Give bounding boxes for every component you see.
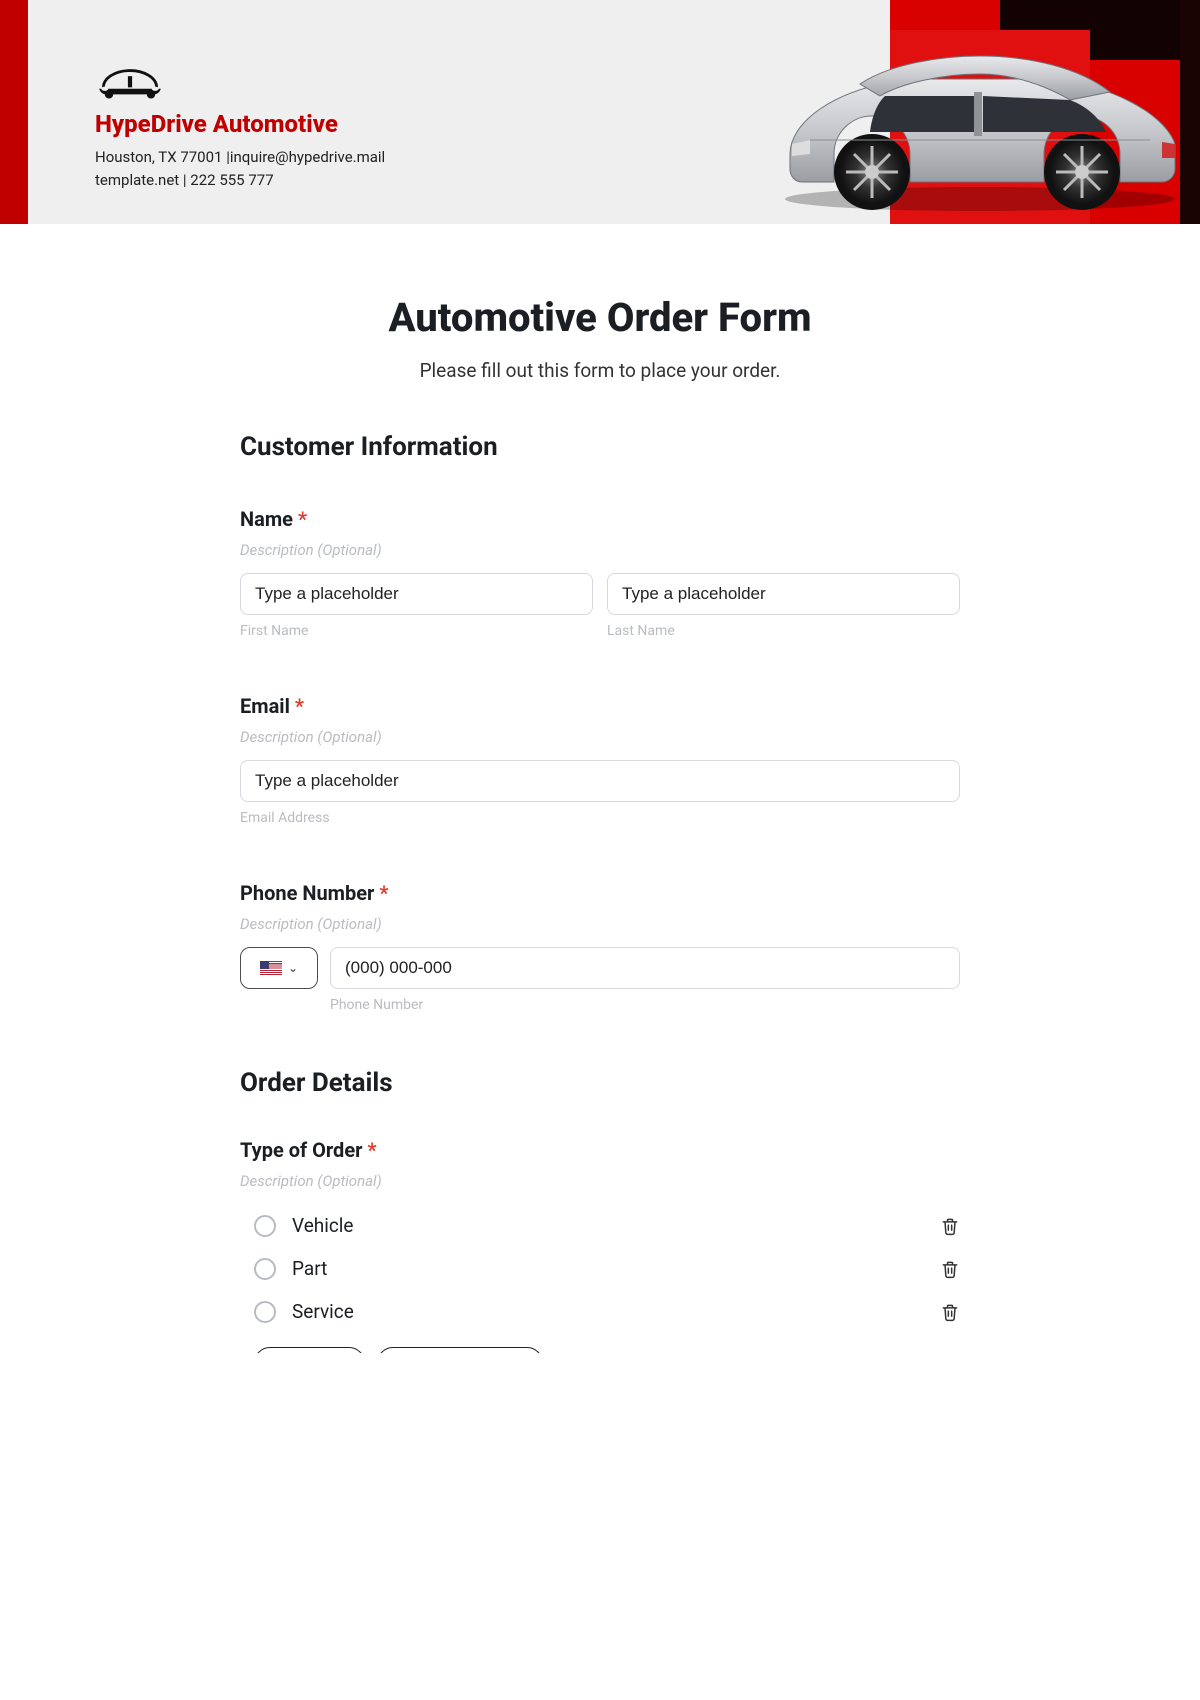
section-order-details: Order Details	[240, 1068, 960, 1098]
banner-content: HypeDrive Automotive Houston, TX 77001 |…	[95, 60, 385, 191]
form-subtitle: Please fill out this form to place your …	[240, 359, 960, 382]
banner-left-stripe	[0, 0, 28, 224]
form-container: Automotive Order Form Please fill out th…	[240, 294, 960, 1353]
header-banner: HypeDrive Automotive Houston, TX 77001 |…	[0, 0, 1200, 224]
last-name-sublabel: Last Name	[607, 623, 960, 639]
option-row-vehicle: Vehicle	[240, 1204, 960, 1247]
phone-input[interactable]	[330, 947, 960, 989]
radio-part[interactable]	[254, 1258, 276, 1280]
brand-name: HypeDrive Automotive	[95, 110, 385, 138]
banner-right-graphic	[690, 0, 1200, 224]
required-marker: *	[367, 1138, 376, 1162]
radio-vehicle[interactable]	[254, 1215, 276, 1237]
phone-description[interactable]: Description (Optional)	[240, 915, 960, 933]
option-row-service: Service	[240, 1290, 960, 1333]
option-row-part: Part	[240, 1247, 960, 1290]
brand-contact-line: template.net | 222 555 777	[95, 169, 385, 192]
field-phone: Phone Number * Description (Optional) ⌄ …	[240, 881, 960, 1013]
radio-service[interactable]	[254, 1301, 276, 1323]
required-marker: *	[298, 507, 307, 531]
field-order-type: Type of Order * Description (Optional) V…	[240, 1138, 960, 1353]
email-sublabel: Email Address	[240, 810, 960, 826]
email-label-text: Email	[240, 694, 290, 718]
option-label-part[interactable]: Part	[292, 1257, 940, 1280]
name-label-text: Name	[240, 507, 293, 531]
order-type-label-text: Type of Order	[240, 1138, 362, 1162]
trash-icon[interactable]	[940, 1258, 960, 1280]
email-description[interactable]: Description (Optional)	[240, 728, 960, 746]
us-flag-icon	[260, 961, 282, 975]
chevron-down-icon: ⌄	[288, 961, 298, 975]
country-code-select[interactable]: ⌄	[240, 947, 318, 989]
option-label-vehicle[interactable]: Vehicle	[292, 1214, 940, 1237]
add-option-button[interactable]: Add option	[254, 1347, 365, 1353]
email-label: Email *	[240, 694, 960, 718]
trash-icon[interactable]	[940, 1215, 960, 1237]
phone-sublabel: Phone Number	[330, 997, 960, 1013]
car-logo-icon	[95, 60, 165, 100]
name-label: Name *	[240, 507, 960, 531]
field-email: Email * Description (Optional) Email Add…	[240, 694, 960, 826]
name-description[interactable]: Description (Optional)	[240, 541, 960, 559]
last-name-input[interactable]	[607, 573, 960, 615]
email-input[interactable]	[240, 760, 960, 802]
section-customer-info: Customer Information	[240, 432, 960, 462]
hero-car-image	[770, 34, 1190, 214]
add-other-option-button[interactable]: Add "Other" option	[377, 1347, 543, 1353]
first-name-input[interactable]	[240, 573, 593, 615]
phone-label: Phone Number *	[240, 881, 960, 905]
form-title: Automotive Order Form	[240, 294, 960, 341]
required-marker: *	[295, 694, 304, 718]
order-type-label: Type of Order *	[240, 1138, 960, 1162]
trash-icon[interactable]	[940, 1301, 960, 1323]
option-label-service[interactable]: Service	[292, 1300, 940, 1323]
phone-label-text: Phone Number	[240, 881, 374, 905]
required-marker: *	[379, 881, 388, 905]
order-type-description[interactable]: Description (Optional)	[240, 1172, 960, 1190]
field-name: Name * Description (Optional) First Name…	[240, 507, 960, 639]
first-name-sublabel: First Name	[240, 623, 593, 639]
brand-address-line: Houston, TX 77001 |inquire@hypedrive.mai…	[95, 146, 385, 169]
